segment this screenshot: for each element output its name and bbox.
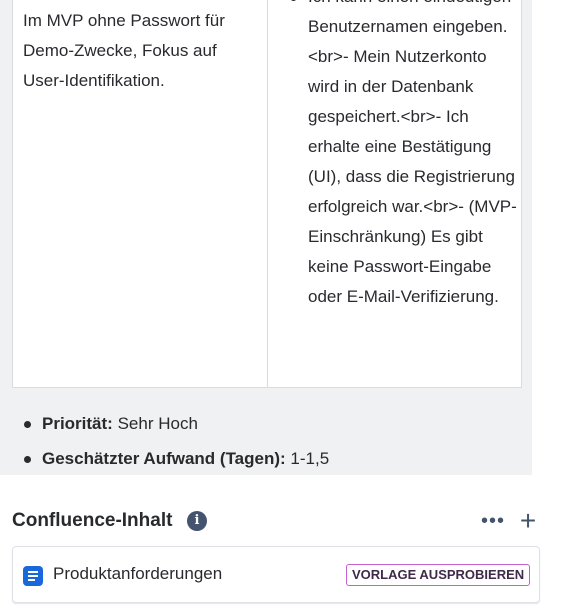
property-label: Priorität: (42, 414, 113, 433)
document-icon (23, 566, 43, 586)
table-cell-description: Im MVP ohne Passwort für Demo-Zwecke, Fo… (13, 0, 268, 387)
description-panel: Im MVP ohne Passwort für Demo-Zwecke, Fo… (0, 0, 532, 475)
property-label: Geschätzter Aufwand (Tagen): (42, 449, 286, 468)
property-effort: Geschätzter Aufwand (Tagen): 1-1,5 (24, 444, 329, 474)
requirements-table: Im MVP ohne Passwort für Demo-Zwecke, Fo… (12, 0, 522, 388)
card-label[interactable]: Produktanforderungen (53, 564, 222, 584)
property-value: 1-1,5 (290, 449, 330, 468)
add-icon[interactable]: + (516, 507, 540, 535)
bullet-icon (24, 456, 31, 463)
bullet-icon (290, 0, 297, 1)
confluence-section-header: Confluence-Inhalt i ••• + (12, 507, 540, 537)
property-priority: Priorität: Sehr Hoch (24, 409, 329, 439)
property-value: Sehr Hoch (117, 414, 198, 433)
table-cell-acceptance-criteria: Ich kann einen eindeutigen Benutzernamen… (268, 0, 523, 387)
info-icon[interactable]: i (187, 511, 207, 531)
try-template-button[interactable]: VORLAGE AUSPROBIEREN (346, 564, 531, 586)
acceptance-criteria-text: Ich kann einen eindeutigen Benutzernamen… (308, 0, 517, 306)
bullet-icon (24, 421, 31, 428)
section-title: Confluence-Inhalt (12, 510, 173, 531)
more-options-icon[interactable]: ••• (480, 507, 506, 535)
properties-list: Priorität: Sehr Hoch Geschätzter Aufwand… (24, 409, 329, 479)
acceptance-criteria-list: Ich kann einen eindeutigen Benutzernamen… (290, 0, 518, 312)
list-item: Ich kann einen eindeutigen Benutzernamen… (290, 0, 518, 312)
confluence-page-card[interactable]: Produktanforderungen VORLAGE AUSPROBIERE… (12, 546, 540, 603)
cell-description-text: Im MVP ohne Passwort für Demo-Zwecke, Fo… (23, 11, 225, 90)
